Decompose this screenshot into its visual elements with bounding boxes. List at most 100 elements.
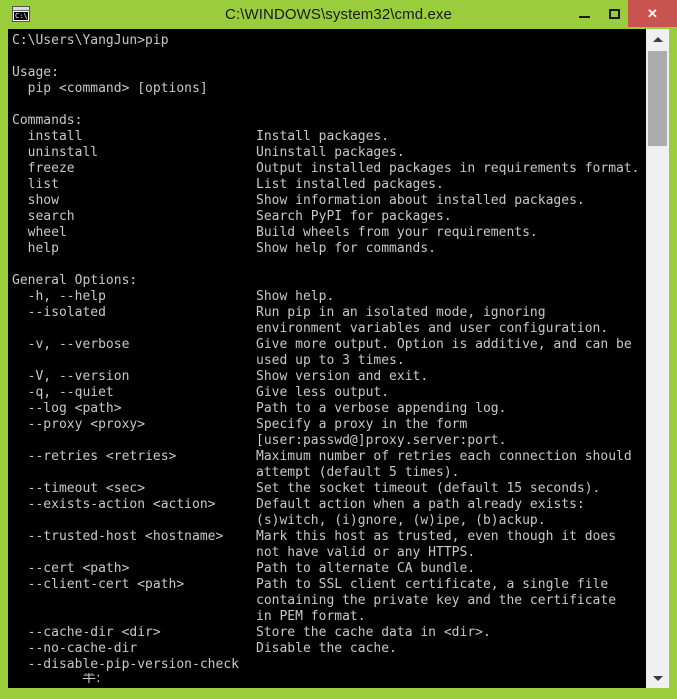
terminal-output[interactable]: C:\Users\YangJun>pip Usage: pip <command>… <box>8 29 646 688</box>
terminal-line-text: --timeout <sec> <box>12 481 146 496</box>
terminal-line-text: --disable-pip-version-check <box>12 657 239 672</box>
terminal-line: help Show help for commands. <box>12 241 646 257</box>
terminal-line: --exists-action <action> Default action w… <box>12 497 646 513</box>
terminal-line: --isolated Run pip in an isolated mode, i… <box>12 305 646 321</box>
terminal-line: -q, --quiet Give less output. <box>12 385 646 401</box>
terminal-line-description: Store the cache data in <dir>. <box>256 625 491 640</box>
terminal-line-text: -h, --help <box>12 289 106 304</box>
terminal-line: attempt (default 5 times). <box>12 465 646 481</box>
terminal-line-description: Run pip in an isolated mode, ignoring <box>256 305 546 320</box>
terminal-line: --no-cache-dir Disable the cache. <box>12 641 646 657</box>
terminal-line: --client-cert <path> Path to SSL client c… <box>12 577 646 593</box>
terminal-line: C:\Users\YangJun>pip <box>12 33 646 49</box>
minimize-button[interactable] <box>570 0 598 27</box>
terminal-line-description: Uninstall packages. <box>256 145 405 160</box>
terminal-line-description: Path to alternate CA bundle. <box>256 561 476 576</box>
terminal-line: --cert <path> Path to alternate CA bundle… <box>12 561 646 577</box>
terminal-line: --disable-pip-version-check <box>12 657 646 673</box>
terminal-line: --proxy <proxy> Specify a proxy in the fo… <box>12 417 646 433</box>
terminal-line-text: --no-cache-dir <box>12 641 138 656</box>
terminal-line-description: Maximum number of retries each connectio… <box>256 449 632 464</box>
terminal-line: not have valid or any HTTPS. <box>12 545 646 561</box>
terminal-line-description: containing the private key and the certi… <box>256 593 617 608</box>
terminal-line-description: [user:passwd@]proxy.server:port. <box>256 433 507 448</box>
maximize-button[interactable] <box>600 0 628 27</box>
terminal-line-text: -V, --version <box>12 369 130 384</box>
terminal-line: General Options: <box>12 273 646 289</box>
title-bar[interactable]: ··· C:\_ C:\WINDOWS\system32\cmd.exe ✕ <box>0 0 677 29</box>
terminal-line: Usage: <box>12 65 646 81</box>
terminal-line-description: Output installed packages in requirement… <box>256 161 640 176</box>
terminal-line-description: attempt (default 5 times). <box>256 465 460 480</box>
terminal-line-text: --trusted-host <hostname> <box>12 529 224 544</box>
terminal-line-description: used up to 3 times. <box>256 353 405 368</box>
terminal-line-description: Give less output. <box>256 385 390 400</box>
terminal-line-text: search <box>12 209 75 224</box>
terminal-line: containing the private key and the certi… <box>12 593 646 609</box>
terminal-line-description: environment variables and user configura… <box>256 321 609 336</box>
minimize-icon <box>570 0 598 27</box>
terminal-line-text: C:\Users\YangJun>pip <box>12 33 169 48</box>
terminal-line-text: help <box>12 241 59 256</box>
terminal-line: show Show information about installed pac… <box>12 193 646 209</box>
terminal-line-text: --isolated <box>12 305 106 320</box>
maximize-icon <box>600 0 628 27</box>
scroll-down-button[interactable] <box>646 668 669 688</box>
terminal-line: in PEM format. <box>12 609 646 625</box>
terminal-line-description: Show help. <box>256 289 335 304</box>
terminal-line: Commands: <box>12 113 646 129</box>
cmd-window: ··· C:\_ C:\WINDOWS\system32\cmd.exe ✕ C… <box>0 0 677 699</box>
terminal-line-description: Give more output. Option is additive, an… <box>256 337 632 352</box>
terminal-clipped-line: 半: <box>12 673 646 688</box>
vertical-scrollbar[interactable] <box>646 29 669 688</box>
terminal-line-description: Disable the cache. <box>256 641 397 656</box>
terminal-line-description: in PEM format. <box>256 609 366 624</box>
scrollbar-thumb[interactable] <box>648 51 667 146</box>
terminal-line: install Install packages. <box>12 129 646 145</box>
terminal-line-description: Path to SSL client certificate, a single… <box>256 577 609 592</box>
terminal-line-text: -q, --quiet <box>12 385 114 400</box>
terminal-line-text: -v, --verbose <box>12 337 130 352</box>
terminal-line-text: --cache-dir <dir> <box>12 625 161 640</box>
terminal-line-text: freeze <box>12 161 75 176</box>
terminal-line-text: --exists-action <action> <box>12 497 216 512</box>
terminal-clipped-text: 半: <box>82 673 101 686</box>
terminal-line: [user:passwd@]proxy.server:port. <box>12 433 646 449</box>
terminal-line: -v, --verbose Give more output. Option is… <box>12 337 646 353</box>
terminal-line-text: show <box>12 193 59 208</box>
close-button[interactable]: ✕ <box>628 0 677 27</box>
terminal-line-text: Usage: <box>12 65 59 80</box>
terminal-line-description: Build wheels from your requirements. <box>256 225 538 240</box>
terminal-line-description: Search PyPI for packages. <box>256 209 452 224</box>
terminal-line: --retries <retries> Maximum number of ret… <box>12 449 646 465</box>
terminal-line: --timeout <sec> Set the socket timeout (d… <box>12 481 646 497</box>
terminal-line-description: Show version and exit. <box>256 369 429 384</box>
terminal-line-description: Show information about installed package… <box>256 193 585 208</box>
terminal-line-description: Set the socket timeout (default 15 secon… <box>256 481 601 496</box>
terminal-line-text: wheel <box>12 225 67 240</box>
terminal-line: -h, --help Show help. <box>12 289 646 305</box>
terminal-line-description: not have valid or any HTTPS. <box>256 545 476 560</box>
terminal-line-description: (s)witch, (i)gnore, (w)ipe, (b)ackup. <box>256 513 546 528</box>
terminal-line-text: --cert <path> <box>12 561 130 576</box>
terminal-line-description: Specify a proxy in the form <box>256 417 468 432</box>
terminal-line-text: --client-cert <path> <box>12 577 185 592</box>
terminal-line: (s)witch, (i)gnore, (w)ipe, (b)ackup. <box>12 513 646 529</box>
scroll-up-button[interactable] <box>646 29 669 49</box>
terminal-line: --trusted-host <hostname> Mark this host … <box>12 529 646 545</box>
terminal-line-text: uninstall <box>12 145 99 160</box>
terminal-line-description: Show help for commands. <box>256 241 437 256</box>
terminal-line: uninstall Uninstall packages. <box>12 145 646 161</box>
terminal-line-description: Default action when a path already exist… <box>256 497 585 512</box>
terminal-line: list List installed packages. <box>12 177 646 193</box>
console-area: C:\Users\YangJun>pip Usage: pip <command>… <box>8 29 669 688</box>
terminal-line-text: General Options: <box>12 273 138 288</box>
terminal-line: environment variables and user configura… <box>12 321 646 337</box>
chevron-up-icon <box>652 36 663 42</box>
terminal-line-text: list <box>12 177 59 192</box>
terminal-line-text: pip <command> [options] <box>12 81 208 96</box>
terminal-line: freeze Output installed packages in requi… <box>12 161 646 177</box>
terminal-line-text: --proxy <proxy> <box>12 417 146 432</box>
